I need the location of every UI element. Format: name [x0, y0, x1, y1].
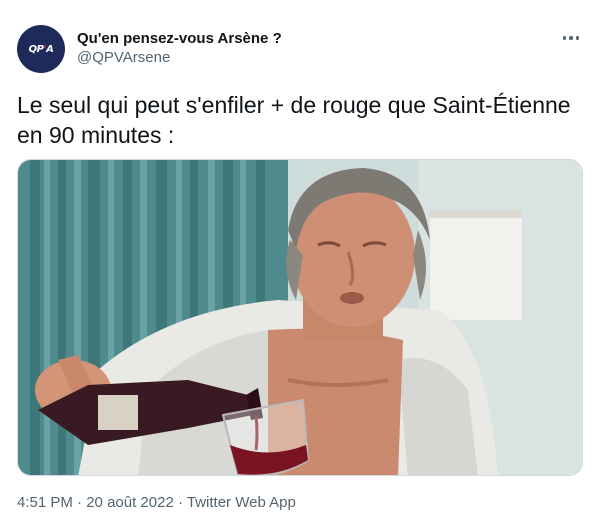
- tweet-photo[interactable]: [17, 159, 583, 476]
- author-handle[interactable]: @QPVArsene: [77, 48, 282, 68]
- avatar-logo-text: QP'A: [28, 43, 54, 55]
- meta-separator: ·: [72, 494, 87, 511]
- tweet-card: QP'A Qu'en pensez-vous Arsène ? @QPVArse…: [0, 0, 600, 517]
- more-icon-dot: [569, 36, 573, 40]
- avatar[interactable]: QP'A: [17, 25, 65, 73]
- more-icon: [562, 36, 567, 40]
- tweet-source[interactable]: Twitter Web App: [187, 494, 296, 511]
- author-display-name[interactable]: Qu'en pensez-vous Arsène ?: [77, 30, 282, 48]
- author-block[interactable]: Qu'en pensez-vous Arsène ? @QPVArsene: [77, 30, 282, 68]
- more-icon-dot: [575, 36, 580, 40]
- tweet-metadata: 4:51 PM · 20 août 2022 · Twitter Web App: [17, 494, 296, 511]
- tweet-text: Le seul qui peut s'enfiler + de rouge qu…: [17, 90, 587, 150]
- tweet-time[interactable]: 4:51 PM: [17, 494, 73, 511]
- photo-icon: [18, 160, 582, 475]
- tweet-text-line: Le seul qui peut s'enfiler + de rouge qu…: [17, 92, 571, 118]
- tweet-date[interactable]: 20 août 2022: [86, 494, 174, 511]
- more-options-button[interactable]: [558, 28, 584, 48]
- tweet-text-line: en 90 minutes :: [17, 122, 175, 148]
- meta-separator: ·: [173, 494, 187, 511]
